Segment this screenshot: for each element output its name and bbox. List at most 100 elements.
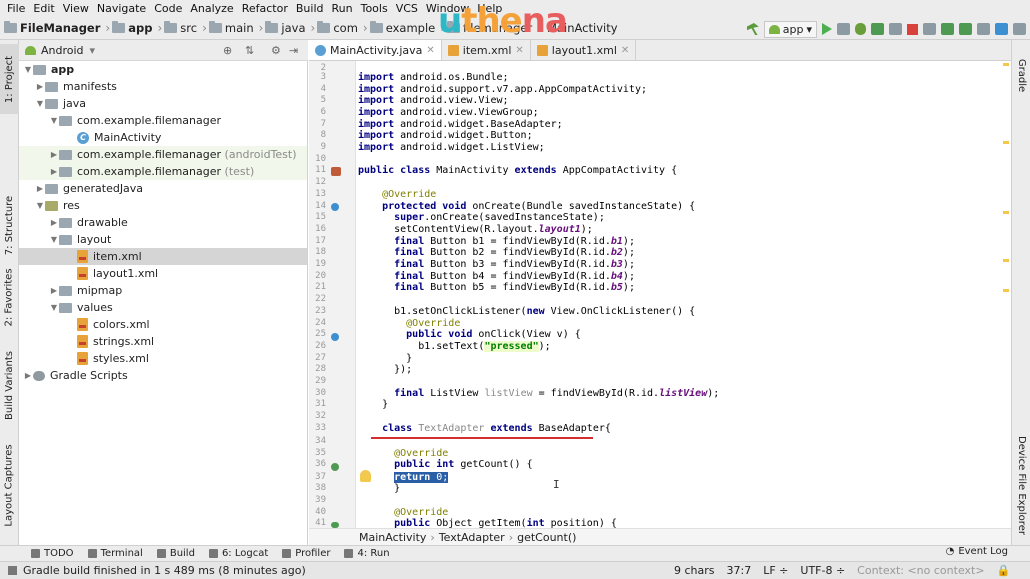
tree-item-package[interactable]: ▼ com.example.filemanager: [19, 112, 307, 129]
tree-item-item-xml[interactable]: item.xml: [19, 248, 307, 265]
tree-item-gradle-scripts[interactable]: ▶ Gradle Scripts: [19, 367, 307, 384]
hide-panel-icon[interactable]: ⇥: [289, 44, 298, 57]
debug-bug-icon[interactable]: [855, 23, 866, 35]
chevron-right-icon[interactable]: ▶: [49, 286, 59, 295]
menu-file[interactable]: File: [3, 2, 29, 15]
device-file-icon[interactable]: [995, 23, 1008, 35]
tree-item-java[interactable]: ▼ java: [19, 95, 307, 112]
override-gutter-icon[interactable]: [331, 203, 339, 211]
tab-structure[interactable]: 7: Structure: [0, 180, 19, 270]
tree-item-mainactivity[interactable]: C MainActivity: [19, 129, 307, 146]
tool-profiler[interactable]: Profiler: [275, 548, 337, 559]
tab-favorites[interactable]: 2: Favorites: [0, 262, 19, 332]
lock-icon[interactable]: 🔒: [991, 564, 1017, 577]
close-icon[interactable]: ✕: [621, 45, 629, 56]
tool-run[interactable]: 4: Run: [337, 548, 396, 559]
breadcrumb-app[interactable]: app: [112, 21, 155, 35]
tree-item-layout1-xml[interactable]: layout1.xml: [19, 265, 307, 282]
status-encoding[interactable]: UTF-8 ÷: [794, 564, 851, 577]
tab-project[interactable]: 1: Project: [0, 44, 19, 114]
tree-item-colors-xml[interactable]: colors.xml: [19, 316, 307, 333]
tab-gradle[interactable]: Gradle: [1012, 50, 1030, 100]
breadcrumb-com[interactable]: com: [317, 21, 361, 35]
tab-build-variants[interactable]: Build Variants: [0, 340, 19, 430]
menu-run[interactable]: Run: [328, 2, 357, 15]
sync-gradle-icon[interactable]: [923, 23, 936, 35]
tree-item-manifests[interactable]: ▶ manifests: [19, 78, 307, 95]
tree-item-layout[interactable]: ▼ layout: [19, 231, 307, 248]
tab-device-file-explorer[interactable]: Device File Explorer: [1012, 430, 1030, 540]
profile-icon[interactable]: [871, 23, 884, 35]
chevron-down-icon[interactable]: ▼: [49, 235, 59, 244]
locate-file-icon[interactable]: ⊕: [223, 44, 232, 57]
tab-mainactivity-java[interactable]: MainActivity.java ✕: [309, 40, 442, 60]
gear-icon[interactable]: ⚙: [271, 44, 281, 57]
tree-item-drawable[interactable]: ▶ drawable: [19, 214, 307, 231]
run-play-icon[interactable]: [822, 23, 832, 35]
menu-analyze[interactable]: Analyze: [186, 2, 237, 15]
tab-layout-captures[interactable]: Layout Captures: [0, 435, 19, 535]
breadcrumb-java[interactable]: java: [265, 21, 308, 35]
tab-item-xml[interactable]: item.xml ✕: [442, 40, 531, 60]
menu-code[interactable]: Code: [150, 2, 186, 15]
status-line-separator[interactable]: LF ÷: [757, 564, 794, 577]
avd-manager-icon[interactable]: [941, 23, 954, 35]
run-configuration-select[interactable]: app ▾: [763, 20, 817, 38]
sdk-manager-icon[interactable]: [959, 23, 972, 35]
editor-crumb-inner-class[interactable]: TextAdapter: [439, 531, 505, 544]
chevron-right-icon[interactable]: ▶: [23, 371, 33, 380]
search-everywhere-icon[interactable]: [1013, 23, 1026, 35]
stop-icon[interactable]: [907, 23, 918, 35]
chevron-right-icon[interactable]: ▶: [49, 218, 59, 227]
editor-crumb-method[interactable]: getCount(): [517, 531, 576, 544]
implement-gutter-icon[interactable]: [331, 463, 339, 471]
status-message[interactable]: Gradle build finished in 1 s 489 ms (8 m…: [0, 564, 668, 577]
attach-debugger-icon[interactable]: [889, 23, 902, 35]
breadcrumb-src[interactable]: src: [164, 21, 200, 35]
chevron-down-icon[interactable]: ▼: [23, 65, 33, 74]
code-editor[interactable]: import android.os.Bundle; import android…: [356, 61, 1011, 528]
chevron-right-icon[interactable]: ▶: [35, 184, 45, 193]
tree-item-app[interactable]: ▼ app: [19, 61, 307, 78]
chevron-down-icon[interactable]: ▾: [90, 44, 96, 57]
apply-changes-icon[interactable]: [837, 23, 850, 35]
run-class-gutter-icon[interactable]: [331, 167, 341, 176]
menu-navigate[interactable]: Navigate: [93, 2, 150, 15]
project-view-select[interactable]: Android: [41, 44, 84, 57]
menu-tools[interactable]: Tools: [357, 2, 392, 15]
chevron-down-icon[interactable]: ▼: [49, 303, 59, 312]
breadcrumb-main[interactable]: main: [208, 21, 257, 35]
menu-build[interactable]: Build: [292, 2, 328, 15]
chevron-down-icon[interactable]: ▼: [49, 116, 59, 125]
tool-todo[interactable]: TODO: [24, 548, 81, 559]
tree-item-strings-xml[interactable]: strings.xml: [19, 333, 307, 350]
tree-item-mipmap[interactable]: ▶ mipmap: [19, 282, 307, 299]
menu-view[interactable]: View: [59, 2, 93, 15]
breadcrumb-project[interactable]: FileManager: [4, 21, 103, 35]
chevron-right-icon[interactable]: ▶: [49, 167, 59, 176]
tool-logcat[interactable]: 6: Logcat: [202, 548, 275, 559]
menu-edit[interactable]: Edit: [29, 2, 58, 15]
chevron-right-icon[interactable]: ▶: [49, 150, 59, 159]
lightbulb-icon[interactable]: [360, 470, 371, 482]
tree-item-styles-xml[interactable]: styles.xml: [19, 350, 307, 367]
tree-item-package-androidtest[interactable]: ▶ com.example.filemanager (androidTest): [19, 146, 307, 163]
menu-refactor[interactable]: Refactor: [238, 2, 292, 15]
tree-item-generatedjava[interactable]: ▶ generatedJava: [19, 180, 307, 197]
close-icon[interactable]: ✕: [426, 45, 434, 56]
editor-crumb-class[interactable]: MainActivity: [359, 531, 426, 544]
tree-item-values[interactable]: ▼ values: [19, 299, 307, 316]
tree-item-package-test[interactable]: ▶ com.example.filemanager (test): [19, 163, 307, 180]
event-log-button[interactable]: ◔ Event Log: [946, 546, 1008, 557]
override-gutter-icon[interactable]: [331, 333, 339, 341]
chevron-down-icon[interactable]: ▼: [35, 99, 45, 108]
tab-layout1-xml[interactable]: layout1.xml ✕: [531, 40, 637, 60]
status-caret-position[interactable]: 37:7: [721, 564, 758, 577]
breadcrumb-example[interactable]: example: [369, 21, 439, 35]
layout-inspector-icon[interactable]: [977, 23, 990, 35]
menu-vcs[interactable]: VCS: [392, 2, 422, 15]
collapse-all-icon[interactable]: ⇅: [245, 44, 254, 57]
tool-terminal[interactable]: Terminal: [81, 548, 150, 559]
tool-build[interactable]: Build: [150, 548, 202, 559]
tree-item-res[interactable]: ▼ res: [19, 197, 307, 214]
